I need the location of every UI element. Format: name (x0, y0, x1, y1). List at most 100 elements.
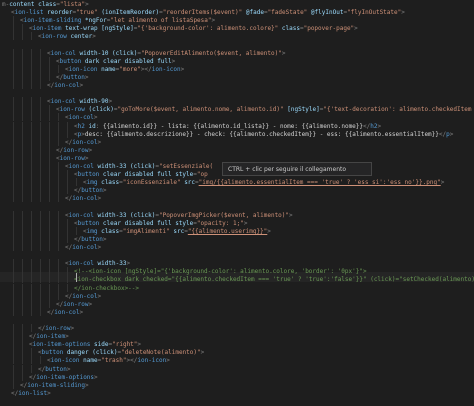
indent-guide (31, 226, 32, 235)
code-token: img (86, 179, 102, 187)
code-token: > (84, 154, 89, 162)
code-token: > (108, 98, 113, 106)
indent-guide (40, 113, 41, 122)
code-token: > (289, 211, 293, 219)
code-line[interactable]: </ion-col> (65, 243, 101, 253)
indent-guide (49, 186, 50, 195)
indent-guide (31, 267, 32, 276)
indent-guide (40, 64, 41, 73)
indent-guide (49, 72, 50, 81)
indent-guide (22, 234, 23, 243)
indent-guide (13, 356, 14, 365)
code-token: > (97, 195, 102, 203)
indent-guide (40, 291, 41, 300)
indent-guide (58, 194, 59, 203)
indent-guide (31, 186, 32, 195)
indent-guide (58, 170, 59, 179)
code-token: > (94, 373, 98, 381)
indent-guide (40, 72, 41, 81)
indent-guide (22, 137, 23, 146)
code-line[interactable]: <img class="imgAlimenti" src="{{alimento… (83, 227, 271, 237)
indent-guide (13, 299, 14, 308)
indent-guide (58, 243, 59, 252)
indent-guide (22, 121, 23, 130)
code-token: "PopoverEditAlimento($event, alimento)" (140, 49, 282, 57)
indent-guide (13, 340, 14, 349)
indent-guide (31, 153, 32, 162)
indent-guide (13, 364, 14, 373)
code-token: "reorderItems($event)" (162, 9, 246, 17)
code-token: "true" (76, 9, 102, 17)
indent-guide (49, 234, 50, 243)
indent-guide (31, 259, 32, 268)
indent-guide (22, 348, 23, 357)
code-token: (click) (88, 106, 114, 114)
code-line[interactable]: <img class="iconEssenziale" src="img/{{a… (83, 178, 444, 188)
code-line[interactable]: <p>desc: {{alimento.descrizione}} - chec… (74, 130, 453, 140)
indent-guide (31, 113, 32, 122)
indent-guide (22, 162, 23, 171)
indent-guide (13, 332, 14, 341)
code-token: ion-col (50, 98, 80, 106)
code-line[interactable]: </ion-list> (11, 389, 51, 399)
indent-guide (49, 129, 50, 138)
code-token: side (94, 341, 109, 349)
code-token: > (97, 292, 102, 300)
indent-guide (67, 178, 68, 187)
code-token: > (65, 333, 69, 341)
indent-guide (40, 307, 41, 316)
indent-guide (31, 364, 32, 373)
indent-guide (31, 324, 32, 333)
indent-guide (40, 226, 41, 235)
indent-guide (13, 380, 14, 389)
indent-guide (31, 243, 32, 252)
indent-guide (31, 145, 32, 154)
indent-guide (22, 275, 23, 284)
code-line[interactable]: </ion-col> (65, 194, 101, 204)
indent-guide (13, 16, 14, 25)
code-token: "op (196, 171, 208, 179)
indent-guide (13, 121, 14, 130)
code-line[interactable]: </ion-col> (47, 81, 83, 91)
code-token: ion-col (72, 195, 98, 203)
code-token: "trash" (101, 357, 127, 365)
indent-guide (13, 56, 14, 65)
indent-guide (13, 153, 14, 162)
code-token: ion-icon (68, 65, 102, 73)
code-line[interactable]: <ion-row (click)="goToMore($event, alime… (56, 105, 474, 115)
indent-guide (13, 72, 14, 81)
code-token: > (66, 365, 71, 373)
code-token: dark (84, 57, 103, 65)
indent-guide (13, 307, 14, 316)
code-token: "img/{{alimento.essentialItem === 'true'… (198, 179, 441, 187)
indent-guide (13, 105, 14, 114)
code-token: clear (102, 219, 125, 227)
code-token: ion-col (72, 244, 98, 251)
code-token: "more" (119, 65, 141, 73)
indent-guide (49, 178, 50, 187)
code-token: > (401, 9, 405, 17)
indent-guide (22, 218, 23, 227)
indent-guide (40, 56, 41, 65)
code-token: </ion-checkbox>--> (74, 284, 140, 292)
code-token: [ngStyle] (101, 25, 134, 33)
code-token: > (79, 308, 84, 316)
indent-guide (31, 218, 32, 227)
indent-guide (22, 210, 23, 219)
code-token: <!--<ion-icon [ngStyle]="{'background-co… (74, 268, 367, 276)
indent-guide (49, 194, 50, 203)
indent-guide (58, 226, 59, 235)
code-token: full (157, 171, 176, 179)
code-editor[interactable]: m-content class="lista"> <ion-list reorde… (0, 0, 474, 406)
code-line[interactable]: <ion-row center> (38, 32, 96, 42)
indent-guide (22, 226, 23, 235)
indent-guide (67, 267, 68, 276)
indent-guide (13, 113, 14, 122)
indent-guide (22, 340, 23, 349)
code-token: ion-item-sliding (23, 17, 86, 25)
code-token: "fadeState" (267, 9, 311, 17)
indent-guide (22, 48, 23, 57)
indent-guide (31, 348, 32, 357)
indent-guide (22, 364, 23, 373)
code-line[interactable]: </ion-col> (47, 308, 83, 318)
